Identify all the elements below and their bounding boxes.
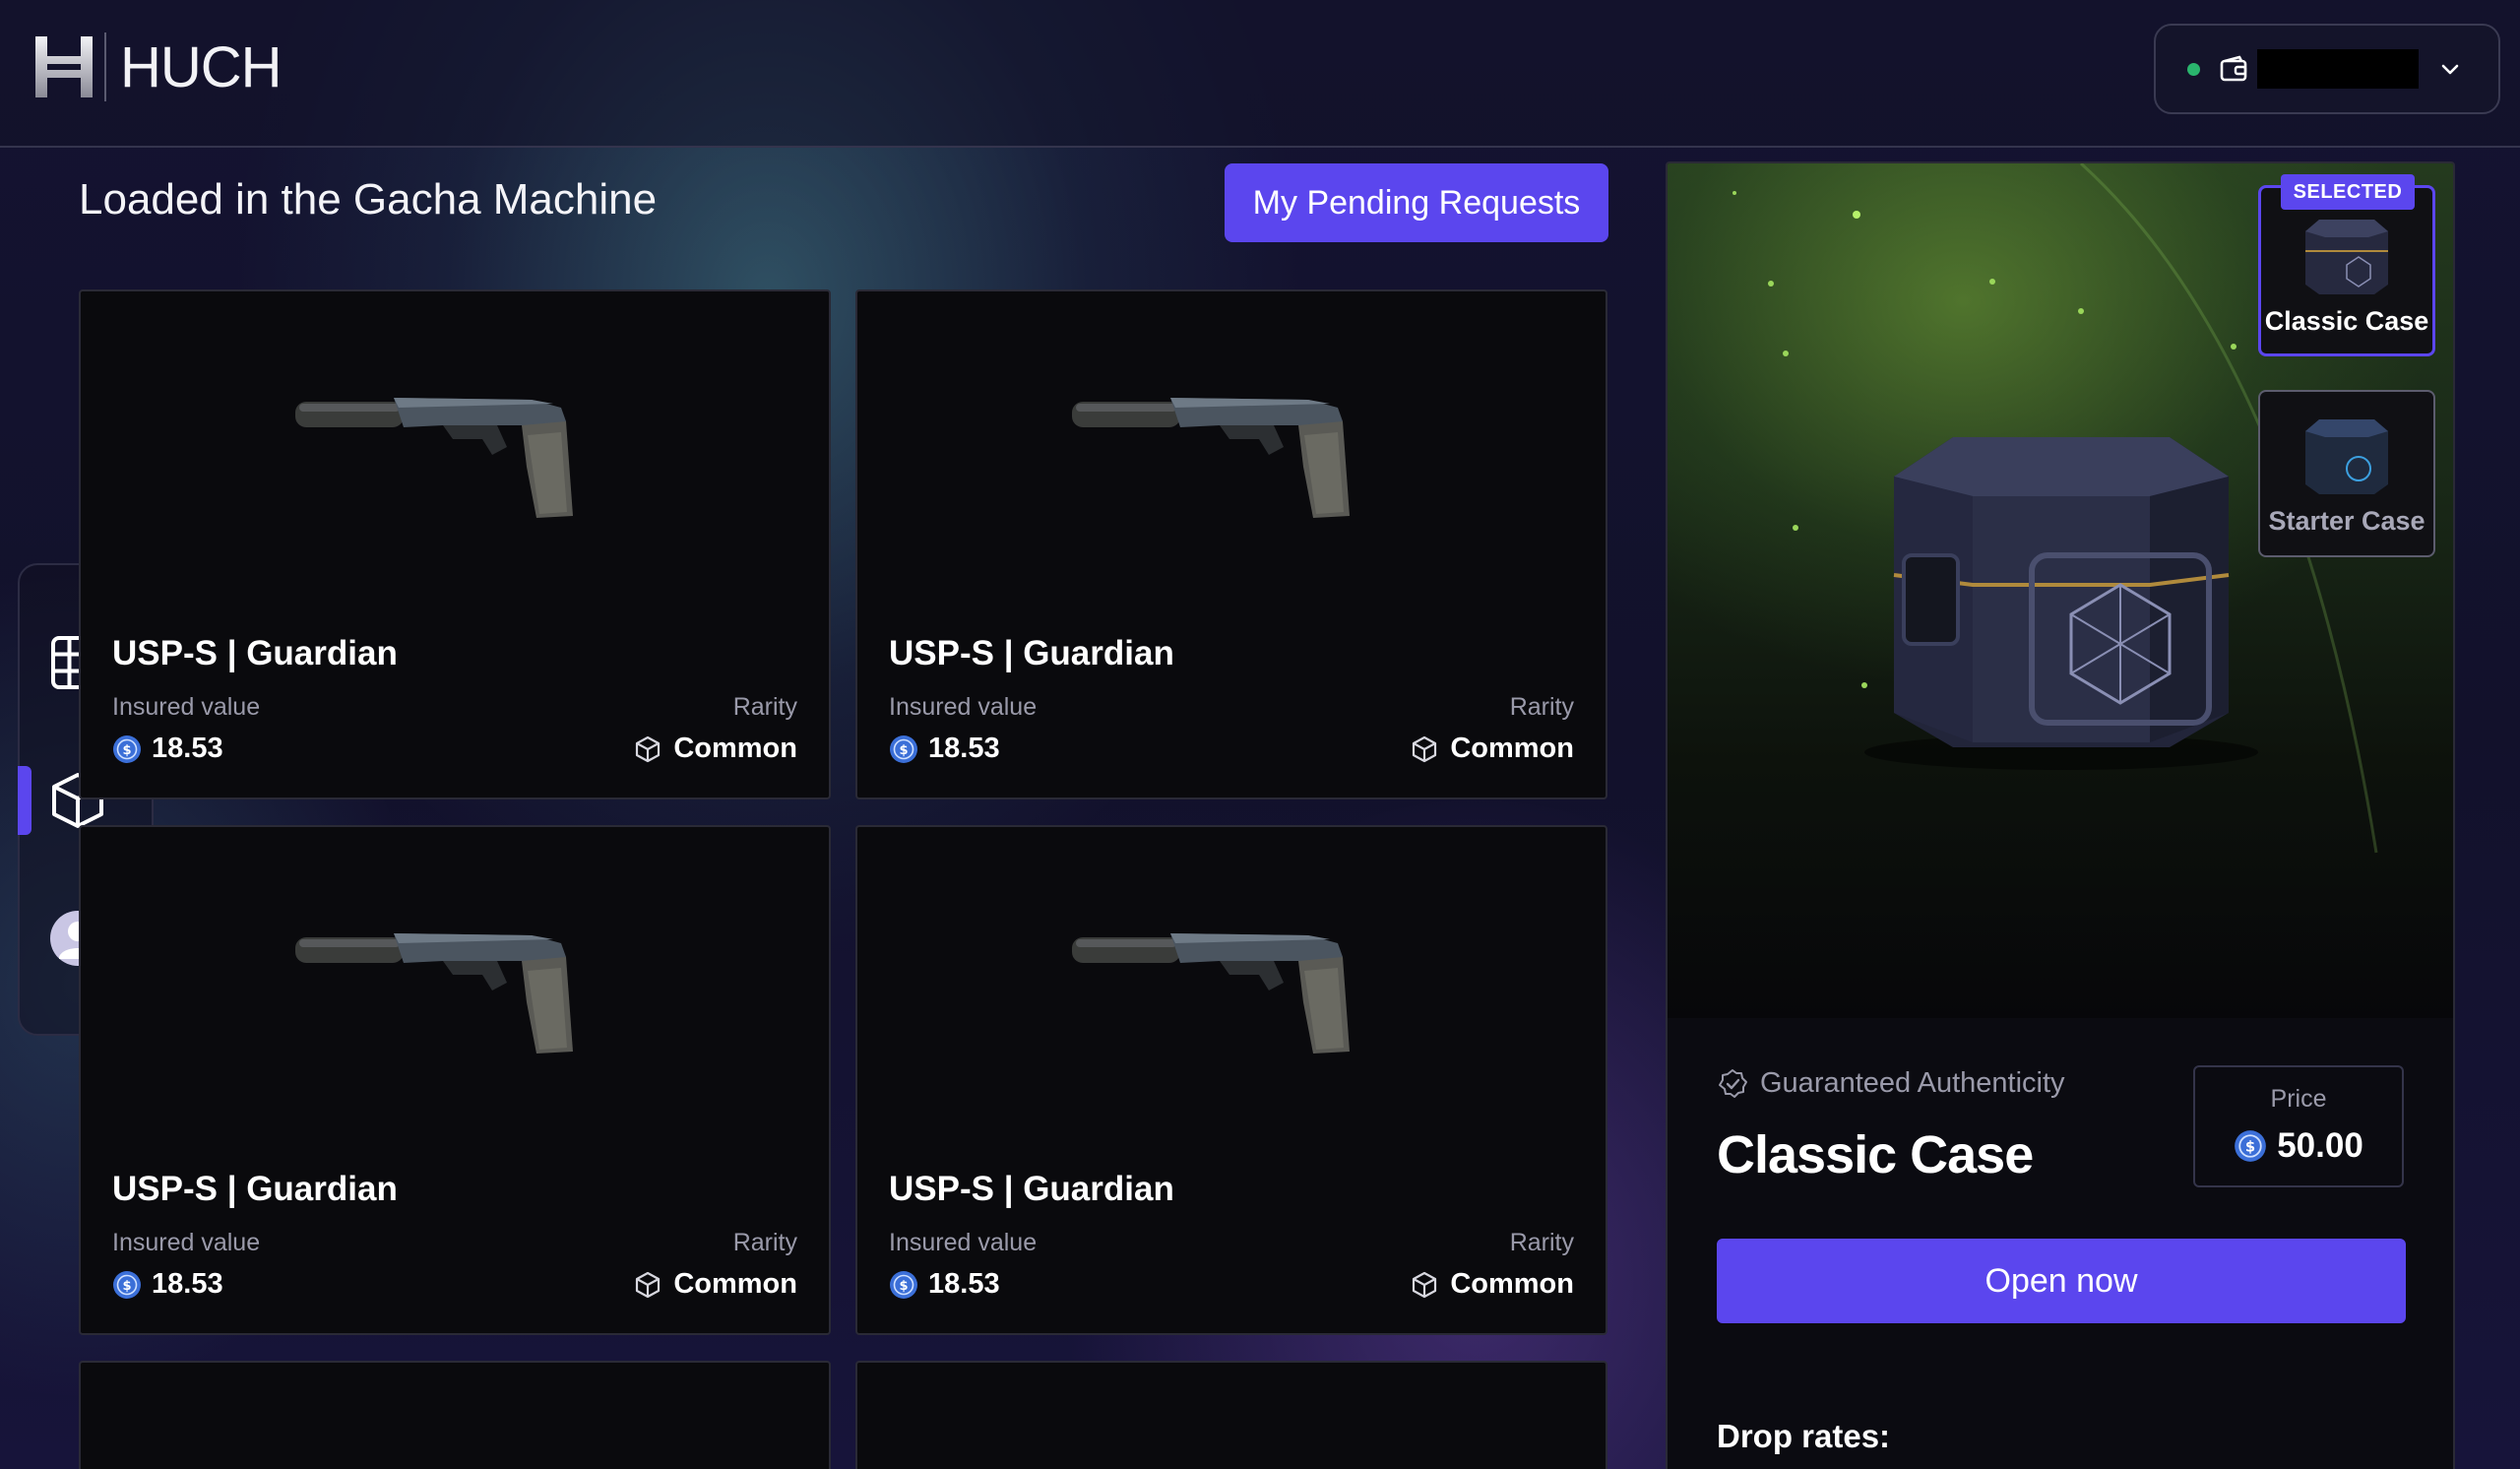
page-title: Loaded in the Gacha Machine [79,175,658,224]
rarity-label: Rarity [732,693,797,721]
connection-status-dot [2187,62,2200,76]
price-box: Price $ 50.00 [2193,1065,2404,1187]
wallet-address-redacted [2257,49,2419,89]
insured-value: $ 18.53 [889,733,1000,765]
insured-value-amount: 18.53 [928,1268,1000,1300]
case-thumb-label: Starter Case [2268,506,2426,536]
svg-text:$: $ [122,743,131,758]
case-detail-panel: SELECTED Classic Case Starter Case Guara… [1666,161,2455,1469]
svg-text:$: $ [2245,1139,2255,1156]
insured-value-amount: 18.53 [152,1268,223,1300]
insured-value-label: Insured value [112,1229,261,1256]
cube-icon [636,1271,661,1298]
item-card[interactable] [79,1361,831,1469]
insured-value: $ 18.53 [112,1268,223,1301]
insured-value-amount: 18.53 [152,733,223,764]
rarity-label: Rarity [1509,1229,1574,1256]
pending-requests-button[interactable]: My Pending Requests [1225,163,1608,242]
price-value: $ 50.00 [2195,1126,2402,1166]
item-card[interactable]: USP-S | Guardian Insured value Rarity $ … [855,289,1607,799]
starter-case-thumbnail [2305,419,2388,494]
usdc-coin-icon: $ [113,1270,141,1299]
case-thumb-label: Classic Case [2264,306,2429,336]
logo-divider [104,32,106,101]
item-card[interactable]: USP-S | Guardian Insured value Rarity $ … [855,825,1607,1335]
usp-s-pistol-image [295,933,573,1054]
svg-text:$: $ [122,1279,131,1294]
top-header: HUCH [0,0,2520,148]
item-name: USP-S | Guardian [112,1170,398,1208]
usp-s-pistol-image [295,398,573,518]
rarity-label: Rarity [1509,693,1574,721]
item-card[interactable]: USP-S | Guardian Insured value Rarity $ … [79,289,831,799]
insured-value-label: Insured value [112,693,261,721]
item-name: USP-S | Guardian [889,634,1174,672]
cube-icon [1413,1271,1437,1298]
drop-rates-heading: Drop rates: [1717,1418,1891,1454]
case-thumb-classic[interactable]: SELECTED Classic Case [2258,174,2435,356]
chevron-down-icon [2441,64,2459,75]
usdc-coin-icon: $ [113,734,141,763]
rarity-text: Common [673,1268,797,1300]
usdc-coin-icon: $ [890,734,917,763]
cube-icon [1413,735,1437,762]
authenticity-text: Guaranteed Authenticity [1760,1067,2065,1099]
item-card[interactable]: USP-S | Guardian Insured value Rarity $ … [79,825,831,1335]
wallet-icon [2220,55,2247,82]
svg-text:$: $ [899,743,908,758]
svg-text:$: $ [899,1279,908,1294]
case-thumb-starter[interactable]: Starter Case [2258,390,2435,557]
wallet-dropdown[interactable] [2154,24,2500,114]
item-name: USP-S | Guardian [889,1170,1174,1208]
rarity-text: Common [1450,733,1574,764]
rarity-value: Common [1411,1268,1574,1301]
insured-value-label: Insured value [889,1229,1038,1256]
usdc-coin-icon: $ [890,1270,917,1299]
classic-case-image [1864,437,2258,770]
rarity-value: Common [1411,733,1574,765]
price-amount: 50.00 [2277,1126,2363,1165]
insured-value-amount: 18.53 [928,733,1000,764]
nav-active-indicator [18,766,32,835]
insured-value: $ 18.53 [112,733,223,765]
insured-value-label: Insured value [889,693,1038,721]
case-title: Classic Case [1717,1125,2034,1184]
rarity-text: Common [673,733,797,764]
insured-value: $ 18.53 [889,1268,1000,1301]
item-name: USP-S | Guardian [112,634,398,672]
logo[interactable]: HUCH [33,32,283,102]
price-label: Price [2270,1085,2327,1113]
logo-mark-icon [35,36,93,97]
open-now-button[interactable]: Open now [1717,1239,2406,1323]
verified-badge-icon [1719,1068,1747,1098]
usp-s-pistol-image [1072,933,1350,1054]
rarity-value: Common [634,733,797,765]
usdc-coin-icon: $ [2235,1130,2267,1162]
rarity-text: Common [1450,1268,1574,1300]
usp-s-pistol-image [1072,398,1350,518]
cube-icon [636,735,661,762]
rarity-label: Rarity [732,1229,797,1256]
item-card[interactable] [855,1361,1607,1469]
classic-case-thumbnail [2305,220,2388,294]
authenticity-note: Guaranteed Authenticity [1717,1067,2065,1100]
rarity-value: Common [634,1268,797,1301]
logo-text: HUCH [120,34,283,99]
selected-badge: SELECTED [2281,174,2415,210]
